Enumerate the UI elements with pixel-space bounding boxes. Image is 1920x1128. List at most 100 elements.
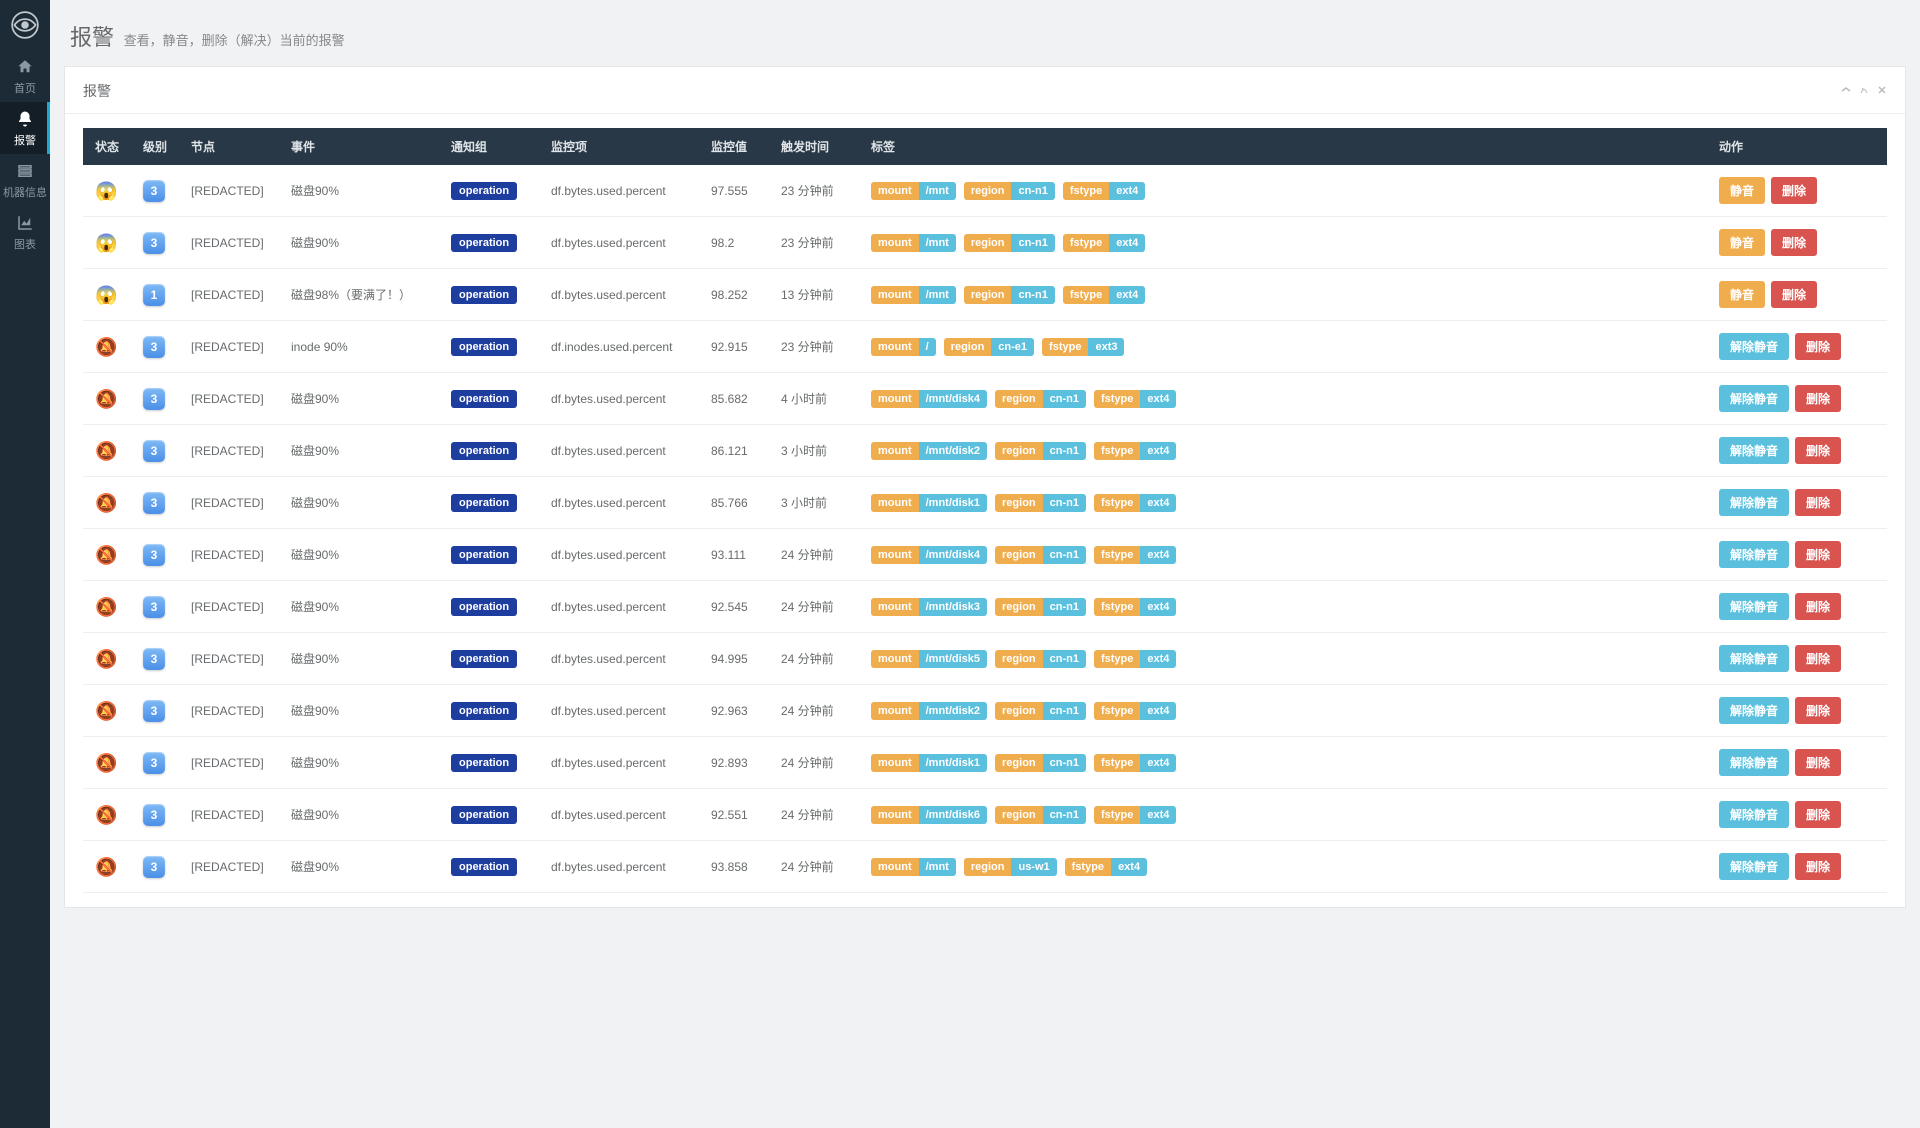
cell-event: 磁盘90% [279, 165, 439, 217]
group-badge[interactable]: operation [451, 858, 517, 876]
tag-pair: fstypeext4 [1094, 442, 1176, 460]
tag-key: region [995, 806, 1043, 824]
tag-value: cn-n1 [1043, 494, 1086, 512]
group-badge[interactable]: operation [451, 338, 517, 356]
sidebar-item-chart[interactable]: 图表 [0, 206, 50, 258]
cell-time: 3 小时前 [769, 425, 859, 477]
delete-button[interactable]: 删除 [1795, 697, 1841, 724]
unmute-button[interactable]: 解除静音 [1719, 697, 1789, 724]
cell-node: [REDACTED] [179, 789, 279, 841]
unmute-button[interactable]: 解除静音 [1719, 853, 1789, 880]
tag-key: region [995, 390, 1043, 408]
group-badge[interactable]: operation [451, 286, 517, 304]
delete-button[interactable]: 删除 [1771, 229, 1817, 256]
tag-value: ext3 [1088, 338, 1124, 356]
mute-button[interactable]: 静音 [1719, 229, 1765, 256]
tag-value: cn-n1 [1011, 286, 1054, 304]
tag-pair: fstypeext4 [1094, 650, 1176, 668]
delete-button[interactable]: 删除 [1771, 177, 1817, 204]
unmute-button[interactable]: 解除静音 [1719, 489, 1789, 516]
delete-button[interactable]: 删除 [1795, 801, 1841, 828]
sidebar-item-layers[interactable]: 机器信息 [0, 154, 50, 206]
sidebar-item-bell[interactable]: 报警 [0, 102, 50, 154]
cell-node: [REDACTED] [179, 841, 279, 893]
group-badge[interactable]: operation [451, 234, 517, 252]
tag-value: cn-n1 [1043, 546, 1086, 564]
unmute-button[interactable]: 解除静音 [1719, 801, 1789, 828]
delete-button[interactable]: 删除 [1795, 541, 1841, 568]
tag-value: /mnt/disk4 [919, 390, 987, 408]
tag-key: region [964, 858, 1012, 876]
alert-icon: 😱 [95, 233, 117, 253]
unmute-button[interactable]: 解除静音 [1719, 593, 1789, 620]
delete-button[interactable]: 删除 [1795, 437, 1841, 464]
delete-button[interactable]: 删除 [1795, 333, 1841, 360]
tag-value: ext4 [1140, 702, 1176, 720]
sidebar-item-home[interactable]: 首页 [0, 50, 50, 102]
page-header: 报警 查看，静音，删除（解决）当前的报警 [50, 0, 1920, 66]
level-badge: 3 [143, 180, 165, 202]
panel-title: 报警 [83, 81, 111, 101]
delete-button[interactable]: 删除 [1795, 853, 1841, 880]
group-badge[interactable]: operation [451, 650, 517, 668]
mute-button[interactable]: 静音 [1719, 177, 1765, 204]
level-badge: 3 [143, 804, 165, 826]
unmute-button[interactable]: 解除静音 [1719, 645, 1789, 672]
unmute-button[interactable]: 解除静音 [1719, 437, 1789, 464]
unmute-button[interactable]: 解除静音 [1719, 749, 1789, 776]
delete-button[interactable]: 删除 [1795, 385, 1841, 412]
level-badge: 3 [143, 232, 165, 254]
group-badge[interactable]: operation [451, 702, 517, 720]
close-icon[interactable] [1877, 84, 1887, 98]
cell-value: 85.682 [699, 373, 769, 425]
tag-key: region [995, 754, 1043, 772]
tag-value: cn-n1 [1043, 598, 1086, 616]
tag-pair: fstypeext4 [1094, 702, 1176, 720]
group-badge[interactable]: operation [451, 442, 517, 460]
cell-value: 92.915 [699, 321, 769, 373]
delete-button[interactable]: 删除 [1795, 749, 1841, 776]
tag-value: /mnt [919, 234, 956, 252]
tag-key: mount [871, 702, 919, 720]
unmute-button[interactable]: 解除静音 [1719, 541, 1789, 568]
tag-key: fstype [1094, 390, 1140, 408]
table-row: 3[REDACTED]磁盘90%operationdf.bytes.used.p… [83, 477, 1887, 529]
collapse-icon[interactable] [1841, 84, 1851, 98]
muted-bell-icon [95, 493, 115, 513]
group-badge[interactable]: operation [451, 598, 517, 616]
delete-button[interactable]: 删除 [1795, 489, 1841, 516]
mute-button[interactable]: 静音 [1719, 281, 1765, 308]
tag-key: region [995, 494, 1043, 512]
group-badge[interactable]: operation [451, 546, 517, 564]
group-badge[interactable]: operation [451, 754, 517, 772]
table-row: 3[REDACTED]磁盘90%operationdf.bytes.used.p… [83, 633, 1887, 685]
cell-node: [REDACTED] [179, 685, 279, 737]
cell-time: 23 分钟前 [769, 217, 859, 269]
group-badge[interactable]: operation [451, 806, 517, 824]
group-badge[interactable]: operation [451, 390, 517, 408]
delete-button[interactable]: 删除 [1771, 281, 1817, 308]
table-row: 😱3[REDACTED]磁盘90%operationdf.bytes.used.… [83, 217, 1887, 269]
tag-pair: regioncn-n1 [995, 442, 1086, 460]
table-row: 😱1[REDACTED]磁盘98%（要满了！）operationdf.bytes… [83, 269, 1887, 321]
tag-key: fstype [1063, 234, 1109, 252]
level-badge: 3 [143, 336, 165, 358]
group-badge[interactable]: operation [451, 494, 517, 512]
cell-node: [REDACTED] [179, 737, 279, 789]
unmute-button[interactable]: 解除静音 [1719, 333, 1789, 360]
tag-value: /mnt/disk4 [919, 546, 987, 564]
settings-icon[interactable] [1859, 84, 1869, 98]
delete-button[interactable]: 删除 [1795, 645, 1841, 672]
table-row: 3[REDACTED]磁盘90%operationdf.bytes.used.p… [83, 425, 1887, 477]
cell-time: 24 分钟前 [769, 685, 859, 737]
muted-bell-icon [95, 545, 115, 565]
cell-metric: df.bytes.used.percent [539, 217, 699, 269]
panel-heading: 报警 [65, 67, 1905, 114]
group-badge[interactable]: operation [451, 182, 517, 200]
cell-metric: df.bytes.used.percent [539, 529, 699, 581]
delete-button[interactable]: 删除 [1795, 593, 1841, 620]
cell-event: 磁盘90% [279, 373, 439, 425]
unmute-button[interactable]: 解除静音 [1719, 385, 1789, 412]
cell-value: 94.995 [699, 633, 769, 685]
tag-pair: mount/mnt/disk1 [871, 494, 987, 512]
